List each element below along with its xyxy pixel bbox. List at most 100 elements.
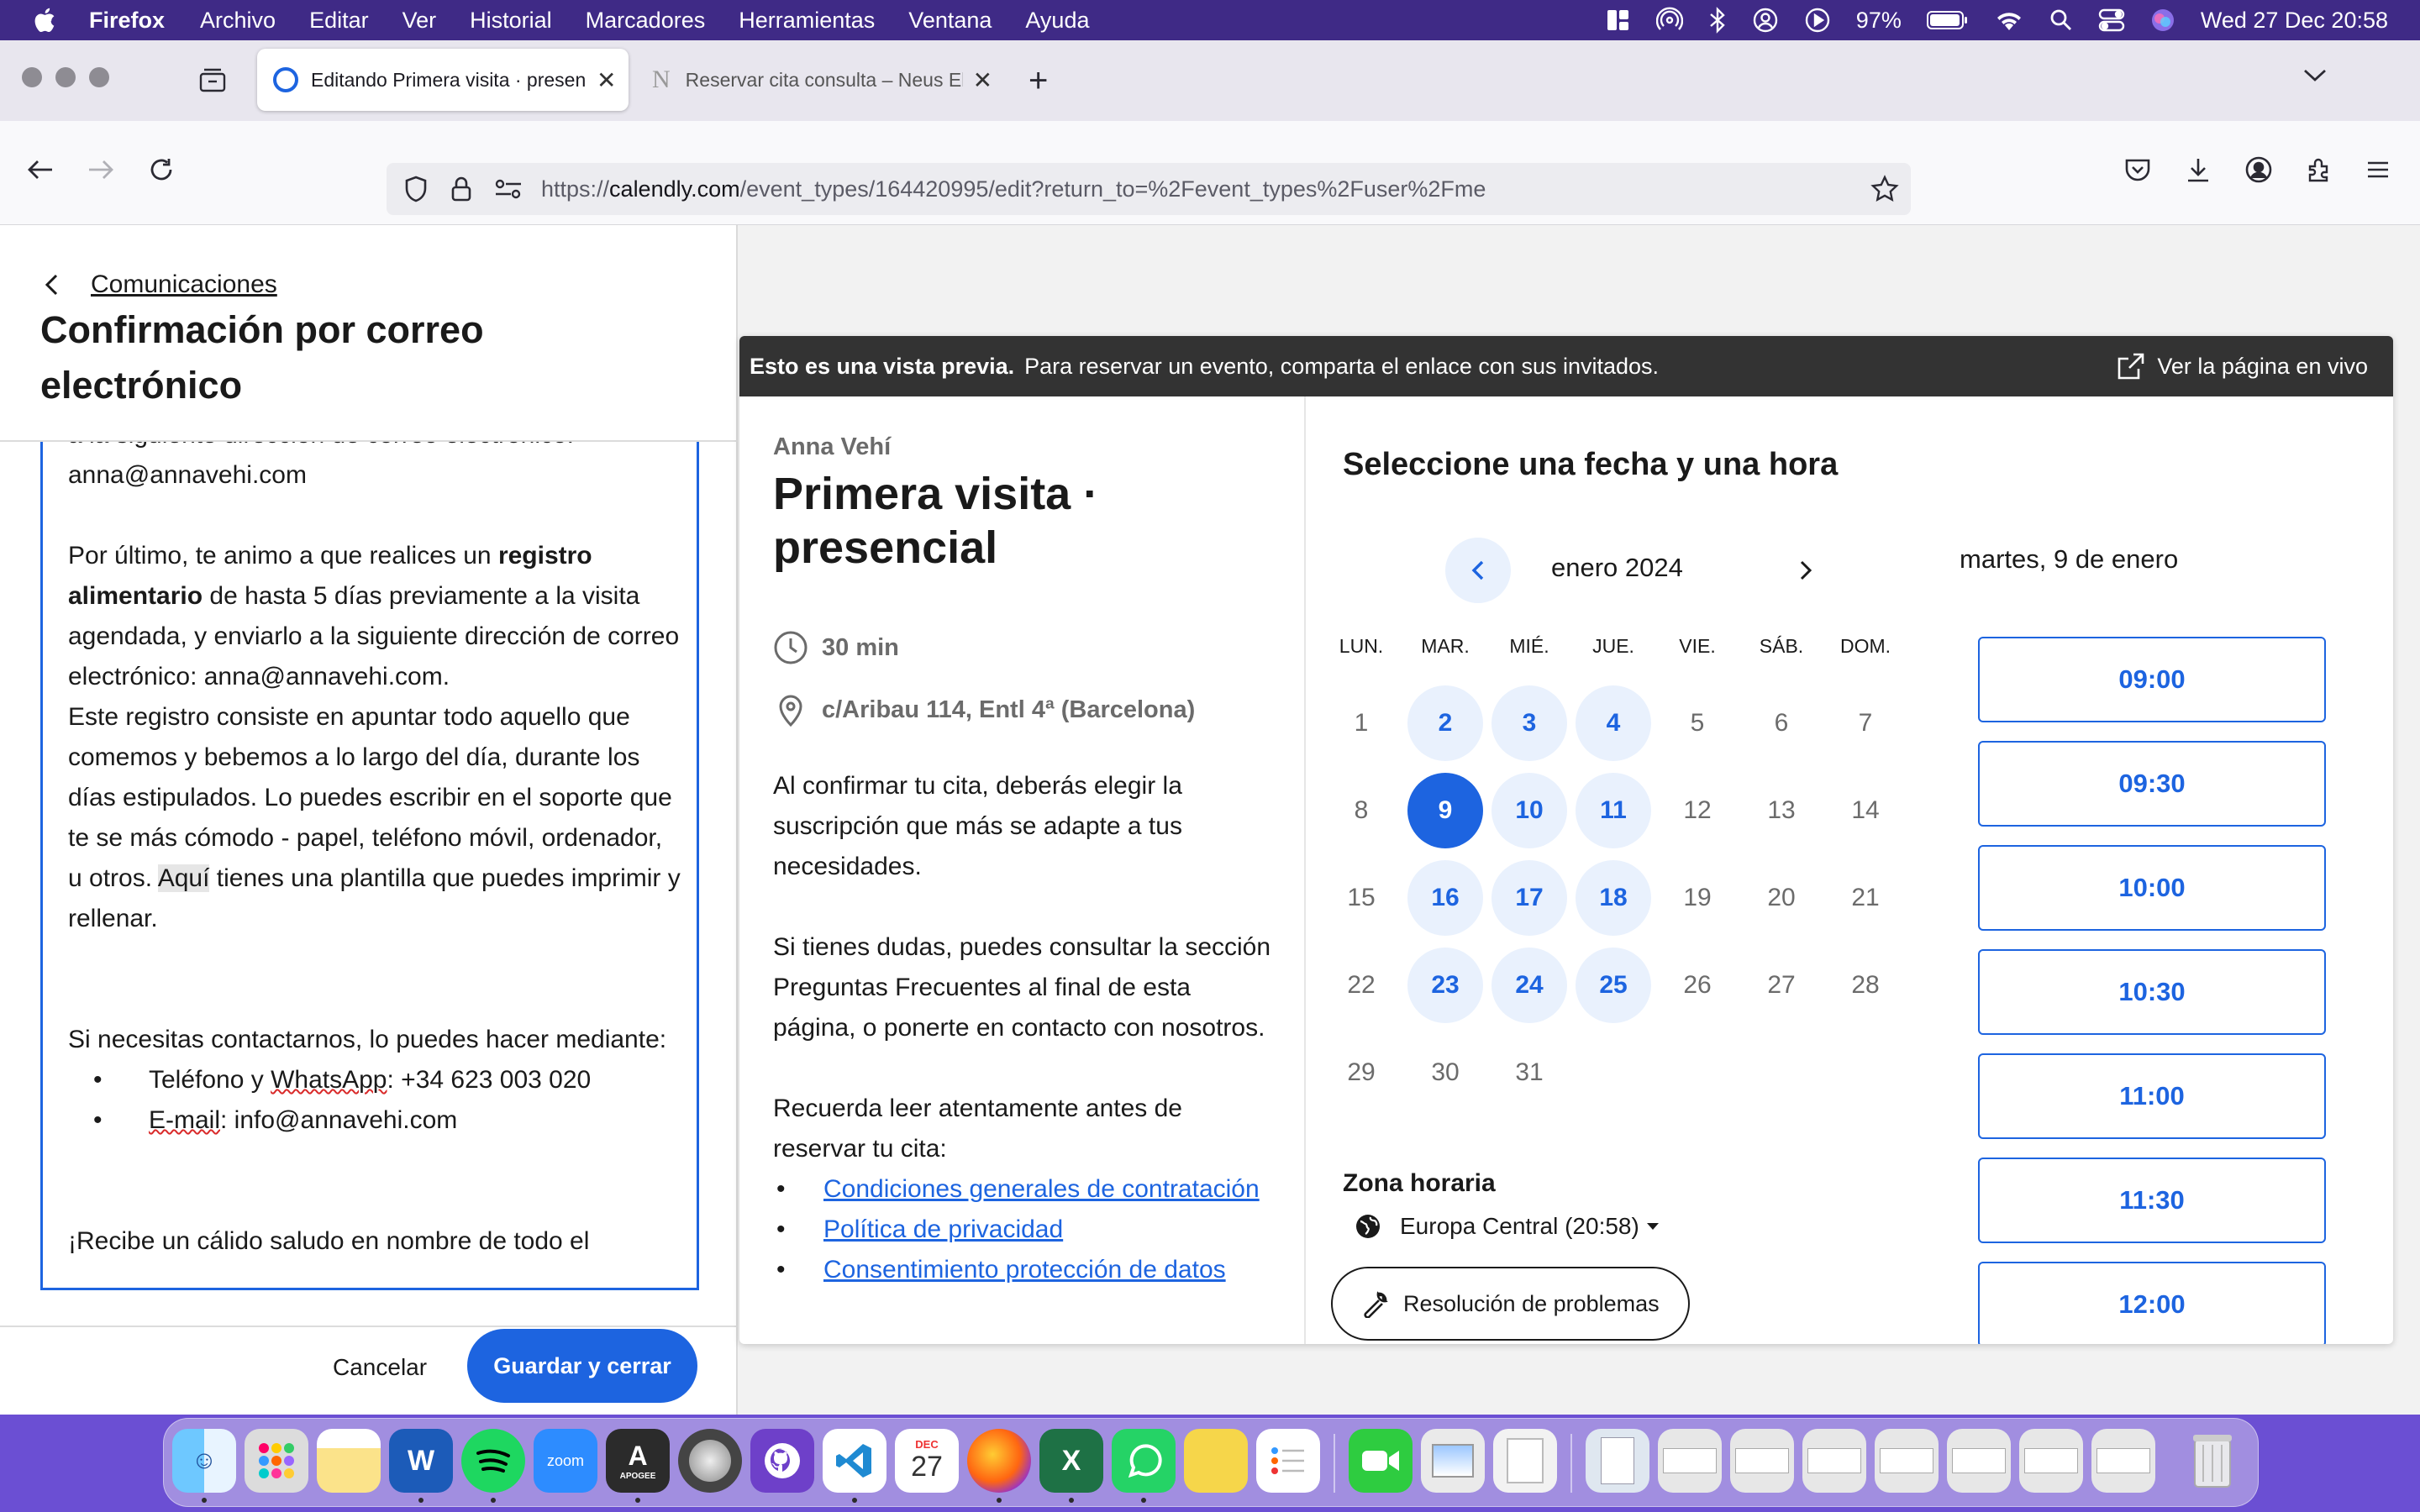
apogee-icon[interactable]: A APOGEE bbox=[606, 1429, 670, 1493]
calendar-day-available[interactable]: 11 bbox=[1576, 773, 1651, 848]
preview-app-icon[interactable] bbox=[1421, 1429, 1485, 1493]
tab-reservar[interactable]: N Reservar cita consulta – Neus El ✕ bbox=[642, 49, 995, 111]
spotify-icon[interactable] bbox=[461, 1429, 525, 1493]
zoom-window-button[interactable] bbox=[89, 67, 109, 87]
calendar-day-available[interactable]: 24 bbox=[1491, 948, 1567, 1023]
user-account-icon[interactable] bbox=[1752, 7, 1779, 34]
menu-ver[interactable]: Ver bbox=[402, 8, 437, 34]
calendar-day-available[interactable]: 3 bbox=[1491, 685, 1567, 761]
view-live-page-link[interactable]: Ver la página en vivo bbox=[2117, 336, 2368, 396]
time-slot-button[interactable]: 11:30 bbox=[1978, 1158, 2326, 1243]
calendar-day-available[interactable]: 4 bbox=[1576, 685, 1651, 761]
data-consent-link[interactable]: Consentimiento protección de datos bbox=[823, 1256, 1226, 1284]
terms-link[interactable]: Condiciones generales de contratación bbox=[823, 1175, 1260, 1203]
minimized-window-thumbnail[interactable] bbox=[1658, 1429, 1722, 1493]
apple-logo-icon[interactable] bbox=[32, 6, 60, 34]
control-center-icon[interactable] bbox=[2098, 8, 2125, 32]
excel-icon[interactable]: X bbox=[1039, 1429, 1103, 1493]
privacy-policy-link[interactable]: Política de privacidad bbox=[823, 1215, 1063, 1243]
menu-app-name[interactable]: Firefox bbox=[89, 8, 165, 34]
textedit-icon[interactable] bbox=[1493, 1429, 1557, 1493]
minimized-window-thumbnail[interactable] bbox=[2019, 1429, 2083, 1493]
minimized-window-thumbnail[interactable] bbox=[2091, 1429, 2155, 1493]
github-desktop-icon[interactable] bbox=[750, 1429, 814, 1493]
extensions-icon[interactable] bbox=[2301, 151, 2338, 188]
lock-icon[interactable] bbox=[450, 176, 472, 202]
menu-marcadores[interactable]: Marcadores bbox=[586, 8, 706, 34]
launchpad-icon[interactable] bbox=[245, 1429, 308, 1493]
previous-month-button[interactable] bbox=[1445, 538, 1511, 603]
time-slot-button[interactable]: 11:00 bbox=[1978, 1053, 2326, 1139]
firefox-view-icon[interactable] bbox=[198, 66, 227, 94]
time-slot-button[interactable]: 09:30 bbox=[1978, 741, 2326, 827]
url-text[interactable]: https://calendly.com/event_types/1644209… bbox=[541, 176, 1486, 202]
disk-utility-icon[interactable] bbox=[678, 1429, 742, 1493]
close-tab-icon[interactable]: ✕ bbox=[597, 66, 616, 94]
calendar-day-available[interactable]: 17 bbox=[1491, 860, 1567, 936]
vscode-icon[interactable] bbox=[823, 1429, 886, 1493]
spotlight-search-icon[interactable] bbox=[2049, 8, 2073, 32]
calendar-app-icon[interactable]: DEC 27 bbox=[895, 1429, 959, 1493]
reminders-icon[interactable] bbox=[1256, 1429, 1320, 1493]
new-tab-icon[interactable]: + bbox=[1028, 62, 1048, 100]
time-slot-button[interactable]: 10:00 bbox=[1978, 845, 2326, 931]
menu-historial[interactable]: Historial bbox=[470, 8, 552, 34]
stage-manager-icon[interactable] bbox=[1606, 8, 1631, 33]
minimized-window-thumbnail[interactable] bbox=[1802, 1429, 1866, 1493]
troubleshoot-button[interactable]: Resolución de problemas bbox=[1331, 1267, 1690, 1341]
save-and-close-button[interactable]: Guardar y cerrar bbox=[467, 1329, 697, 1403]
calendar-day-available[interactable]: 10 bbox=[1491, 773, 1567, 848]
calendar-day-available[interactable]: 2 bbox=[1407, 685, 1483, 761]
word-icon[interactable]: W bbox=[389, 1429, 453, 1493]
minimized-window-thumbnail[interactable] bbox=[1730, 1429, 1794, 1493]
minimized-window-thumbnail[interactable] bbox=[1586, 1429, 1649, 1493]
calendar-day-available[interactable]: 18 bbox=[1576, 860, 1651, 936]
app-menu-icon[interactable] bbox=[2360, 151, 2396, 188]
wifi-icon[interactable] bbox=[1994, 8, 2024, 32]
account-icon[interactable] bbox=[2240, 151, 2277, 188]
clock[interactable]: Wed 27 Dec 20:58 bbox=[2201, 8, 2388, 34]
time-slot-button[interactable]: 12:00 bbox=[1978, 1262, 2326, 1344]
menu-herramientas[interactable]: Herramientas bbox=[739, 8, 875, 34]
close-tab-icon[interactable]: ✕ bbox=[973, 66, 992, 94]
notes-icon[interactable] bbox=[317, 1429, 381, 1493]
firefox-app-icon[interactable] bbox=[967, 1429, 1031, 1493]
calendar-day-available[interactable]: 23 bbox=[1407, 948, 1483, 1023]
zoom-app-icon[interactable]: zoom bbox=[534, 1429, 597, 1493]
cancel-button[interactable]: Cancelar bbox=[333, 1354, 427, 1381]
menu-editar[interactable]: Editar bbox=[309, 8, 369, 34]
back-icon[interactable] bbox=[22, 151, 59, 188]
email-body-editor[interactable]: a la siguiente dirección de correo elect… bbox=[40, 442, 699, 1290]
tracking-protection-shield-icon[interactable] bbox=[403, 175, 429, 203]
editor-link-text[interactable]: Aquí bbox=[157, 864, 210, 892]
time-slot-button[interactable]: 09:00 bbox=[1978, 637, 2326, 722]
bluetooth-icon[interactable] bbox=[1708, 7, 1727, 34]
reload-icon[interactable] bbox=[143, 151, 180, 188]
pocket-icon[interactable] bbox=[2119, 151, 2156, 188]
close-window-button[interactable] bbox=[22, 67, 42, 87]
menu-ventana[interactable]: Ventana bbox=[908, 8, 992, 34]
play-icon[interactable] bbox=[1804, 7, 1831, 34]
calendar-day-selected[interactable]: 9 bbox=[1407, 773, 1483, 848]
permissions-icon[interactable] bbox=[494, 177, 523, 201]
menu-archivo[interactable]: Archivo bbox=[200, 8, 276, 34]
timezone-select[interactable]: Europa Central (20:58) bbox=[1355, 1213, 1660, 1240]
url-bar[interactable]: https://calendly.com/event_types/1644209… bbox=[387, 163, 1911, 215]
calendar-day-available[interactable]: 25 bbox=[1576, 948, 1651, 1023]
battery-icon[interactable] bbox=[1926, 10, 1969, 30]
calendar-day-available[interactable]: 16 bbox=[1407, 860, 1483, 936]
menu-ayuda[interactable]: Ayuda bbox=[1025, 8, 1089, 34]
forward-icon[interactable] bbox=[82, 151, 119, 188]
minimize-window-button[interactable] bbox=[55, 67, 76, 87]
stickies-icon[interactable] bbox=[1184, 1429, 1248, 1493]
airdrop-icon[interactable] bbox=[1655, 7, 1683, 34]
list-all-tabs-icon[interactable] bbox=[2302, 67, 2328, 84]
back-to-communications[interactable]: Comunicaciones bbox=[44, 270, 277, 299]
siri-icon[interactable] bbox=[2150, 8, 2175, 33]
downloads-icon[interactable] bbox=[2180, 151, 2217, 188]
minimized-window-thumbnail[interactable] bbox=[1875, 1429, 1939, 1493]
time-slot-button[interactable]: 10:30 bbox=[1978, 949, 2326, 1035]
back-link-label[interactable]: Comunicaciones bbox=[91, 270, 277, 299]
chevron-left-icon[interactable] bbox=[44, 273, 59, 297]
bookmark-star-icon[interactable] bbox=[1870, 175, 1899, 203]
